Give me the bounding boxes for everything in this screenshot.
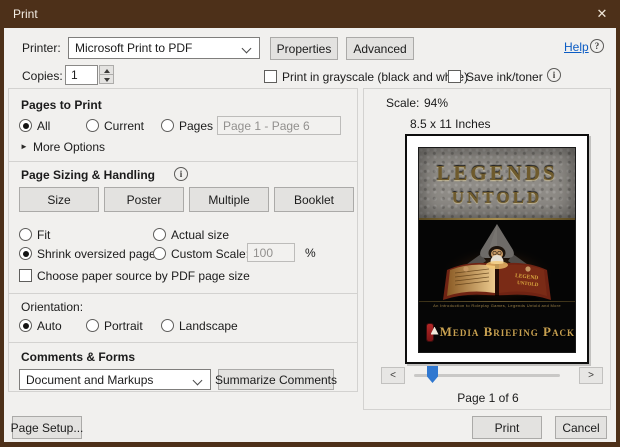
spin-down-icon[interactable] (99, 74, 114, 84)
comments-forms-selected-value: Document and Markups (26, 372, 154, 387)
pages-radio-label[interactable]: Pages (179, 119, 213, 133)
fit-radio-label[interactable]: Fit (37, 228, 50, 242)
grayscale-checkbox[interactable] (264, 70, 277, 83)
current-radio-label[interactable]: Current (104, 119, 144, 133)
cover-title-line2: UNTOLD (451, 188, 543, 207)
grayscale-label[interactable]: Print in grayscale (black and white) (282, 70, 468, 84)
page-sizing-heading: Page Sizing & Handling (21, 168, 156, 182)
landscape-radio[interactable] (161, 319, 174, 332)
pages-to-print-heading: Pages to Print (21, 98, 102, 112)
left-options-panel: Pages to Print All Current Pages ► More … (8, 88, 358, 392)
help-icon[interactable]: ? (590, 39, 604, 53)
print-button[interactable]: Print (472, 416, 542, 439)
comments-forms-select[interactable]: Document and Markups (19, 369, 211, 390)
cancel-button[interactable]: Cancel (555, 416, 607, 439)
cover-tagline: An Introduction to Roleplay Games, Legen… (433, 303, 561, 308)
ink-info-icon[interactable]: i (547, 68, 561, 82)
printer-label: Printer: (22, 41, 61, 55)
save-ink-label[interactable]: Save ink/toner (466, 70, 543, 84)
page-range-input[interactable] (217, 116, 341, 135)
multiple-button[interactable]: Multiple (189, 187, 269, 212)
properties-button[interactable]: Properties (270, 37, 338, 60)
next-chevron-icon: > (588, 370, 594, 381)
printer-select[interactable]: Microsoft Print to PDF (68, 37, 260, 59)
paper-source-label[interactable]: Choose paper source by PDF page size (37, 269, 250, 283)
comments-forms-heading: Comments & Forms (21, 350, 136, 364)
close-icon[interactable]: ✕ (592, 5, 612, 23)
copies-label: Copies: (22, 69, 63, 83)
print-dialog: Print ✕ Printer: Microsoft Print to PDF … (0, 0, 620, 447)
actual-size-radio-label[interactable]: Actual size (171, 228, 229, 242)
current-radio[interactable] (86, 119, 99, 132)
custom-scale-input[interactable] (247, 243, 295, 262)
paper-size-label: 8.5 x 11 Inches (410, 117, 491, 131)
sizing-info-icon[interactable]: i (174, 167, 188, 181)
chevron-down-icon (241, 43, 252, 54)
summarize-comments-button[interactable]: Summarize Comments (215, 369, 337, 390)
printer-selected-value: Microsoft Print to PDF (75, 41, 193, 55)
size-button[interactable]: Size (19, 187, 99, 212)
prev-chevron-icon: < (390, 370, 396, 381)
page-slider-thumb[interactable] (427, 366, 438, 383)
preview-panel: Scale: 94% 8.5 x 11 Inches LEGENDS UNTOL… (363, 88, 611, 410)
paper-source-checkbox[interactable] (19, 269, 32, 282)
page-indicator: Page 1 of 6 (457, 391, 519, 405)
collapsed-arrow-icon[interactable]: ► (20, 142, 28, 151)
auto-radio[interactable] (19, 319, 32, 332)
dialog-title: Print (13, 7, 38, 21)
custom-scale-radio-label[interactable]: Custom Scale: (171, 247, 249, 261)
cover-brand-text: Media Briefing Pack (439, 324, 575, 339)
cover-leather-texture: LEGENDS UNTOLD (419, 148, 575, 218)
custom-scale-radio[interactable] (153, 247, 166, 260)
publisher-logo (427, 323, 433, 341)
copies-stepper[interactable] (99, 65, 114, 85)
all-radio-label[interactable]: All (37, 119, 50, 133)
orientation-heading: Orientation: (21, 300, 84, 314)
cover-brand-band: Media Briefing Pack (419, 312, 575, 352)
scale-value: 94% (424, 96, 449, 110)
next-page-button[interactable]: > (579, 367, 603, 384)
shrink-pages-radio-label[interactable]: Shrink oversized pages (37, 247, 162, 261)
landscape-radio-label[interactable]: Landscape (179, 319, 238, 333)
advanced-button[interactable]: Advanced (346, 37, 414, 60)
cover-separator-thin (419, 301, 575, 302)
page-setup-button[interactable]: Page Setup... (11, 416, 83, 439)
cover-title-line1: LEGENDS (436, 161, 558, 185)
cover-wizard-illustration: LEGEND UNTOLD (419, 220, 575, 301)
shrink-pages-radio[interactable] (19, 247, 32, 260)
chevron-down-icon (192, 375, 203, 386)
help-link[interactable]: Help (564, 40, 589, 54)
titlebar[interactable]: Print ✕ (0, 0, 620, 28)
document-cover-art: LEGENDS UNTOLD LEGEND UNTOLD An Introduc… (419, 148, 575, 352)
booklet-button[interactable]: Booklet (274, 187, 354, 212)
portrait-radio-label[interactable]: Portrait (104, 319, 143, 333)
save-ink-checkbox[interactable] (448, 70, 461, 83)
actual-size-radio[interactable] (153, 228, 166, 241)
portrait-radio[interactable] (86, 319, 99, 332)
previous-page-button[interactable]: < (381, 367, 405, 384)
more-options-toggle[interactable]: More Options (33, 140, 105, 154)
print-preview-thumbnail: LEGENDS UNTOLD LEGEND UNTOLD An Introduc… (405, 134, 589, 364)
scale-label: Scale: (386, 96, 420, 110)
auto-radio-label[interactable]: Auto (37, 319, 62, 333)
dialog-body: Printer: Microsoft Print to PDF Properti… (4, 28, 616, 442)
poster-button[interactable]: Poster (104, 187, 184, 212)
all-radio[interactable] (19, 119, 32, 132)
pages-radio[interactable] (161, 119, 174, 132)
percent-label: % (305, 246, 316, 260)
copies-input[interactable] (65, 65, 98, 85)
fit-radio[interactable] (19, 228, 32, 241)
